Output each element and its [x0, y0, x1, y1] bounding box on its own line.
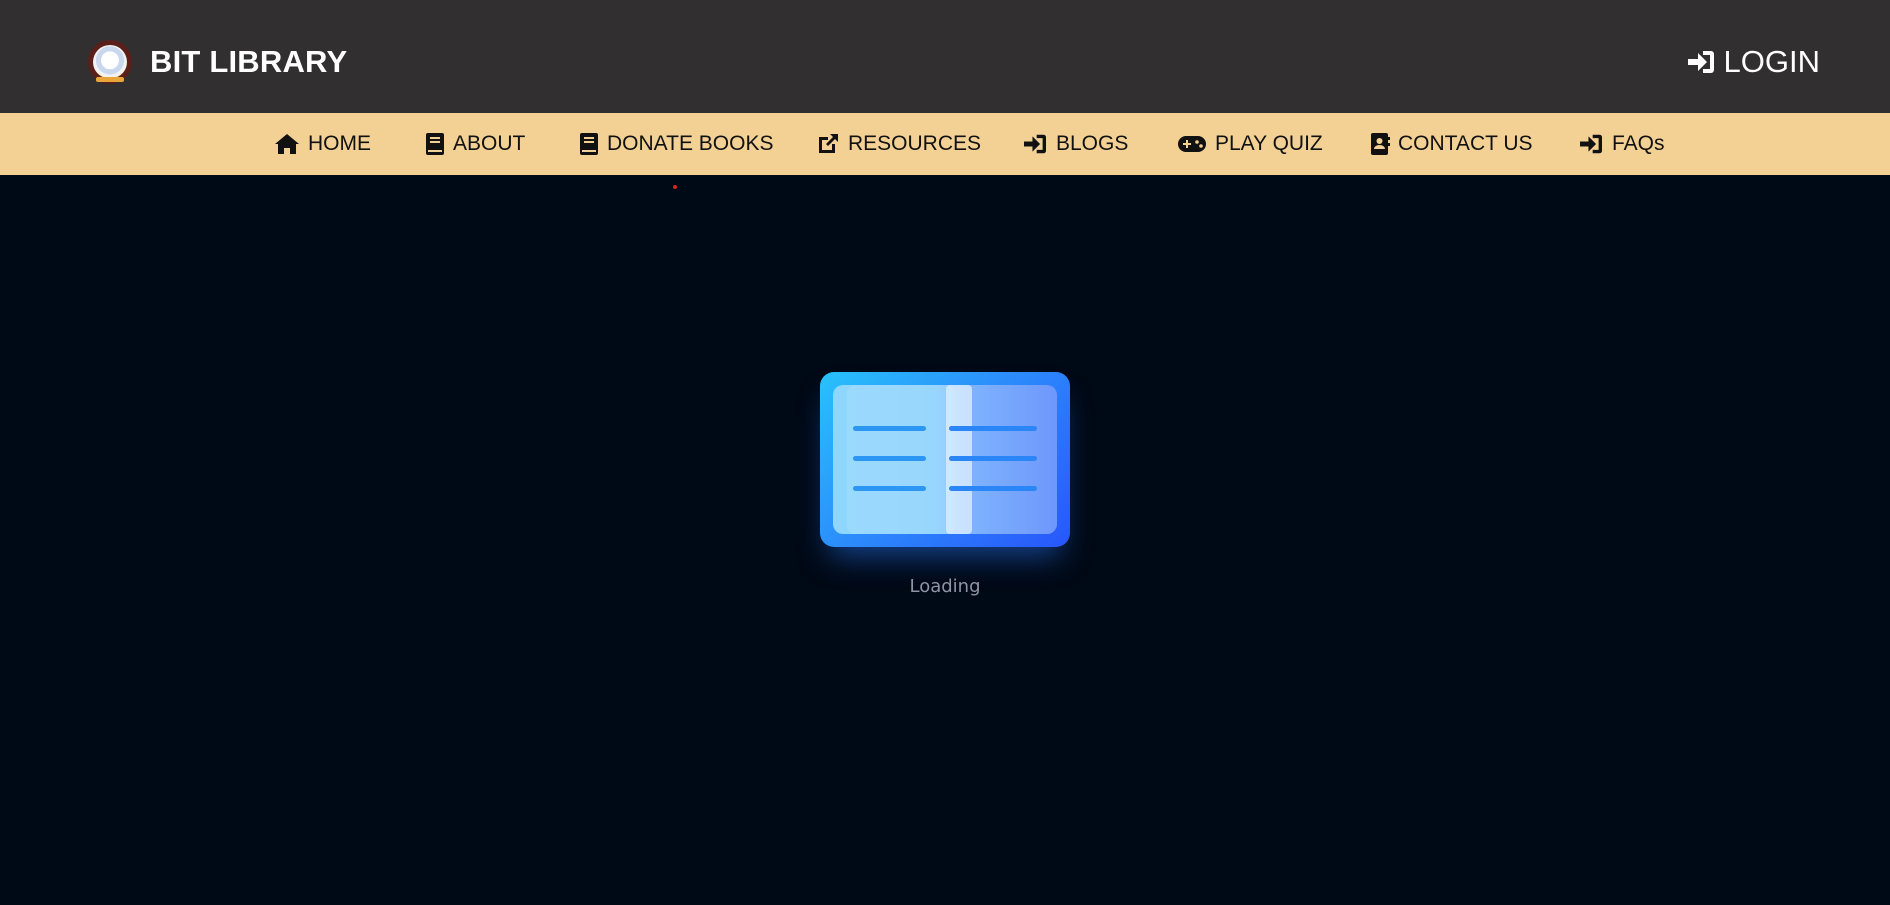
login-button[interactable]: LOGIN: [1686, 44, 1820, 80]
college-emblem-logo: [88, 40, 132, 84]
nav-item-play-quiz[interactable]: PLAY QUIZ: [1177, 129, 1323, 159]
home-icon: [275, 134, 299, 154]
nav-item-resources[interactable]: RESOURCES: [816, 129, 981, 159]
book-icon: [580, 133, 598, 155]
sign-in-icon: [1687, 51, 1714, 73]
book-pages: [833, 385, 1057, 534]
external-link-icon: [819, 134, 838, 153]
nav-item-home[interactable]: HOME: [274, 129, 371, 159]
nav-item-donate-books[interactable]: DONATE BOOKS: [579, 129, 773, 159]
sign-in-icon: [1024, 134, 1046, 154]
nav-label: ABOUT: [453, 132, 526, 155]
main-navbar: HOME ABOUT DONATE BOOKS RESOURCES BLOGS …: [0, 113, 1890, 175]
nav-label: RESOURCES: [848, 132, 982, 155]
nav-label: HOME: [308, 132, 371, 155]
nav-item-faqs[interactable]: FAQs: [1578, 129, 1665, 159]
open-book-icon: [820, 372, 1070, 547]
gamepad-icon: [1178, 136, 1206, 152]
nav-item-blogs[interactable]: BLOGS: [1022, 129, 1128, 159]
address-book-icon: [1371, 133, 1390, 155]
brand-title: BIT LIBRARY: [150, 44, 348, 79]
nav-label: PLAY QUIZ: [1215, 132, 1323, 155]
book-icon: [426, 133, 444, 155]
nav-item-about[interactable]: ABOUT: [425, 129, 525, 159]
sign-in-icon: [1580, 134, 1602, 154]
nav-label: FAQs: [1612, 132, 1665, 155]
brand[interactable]: BIT LIBRARY: [88, 40, 347, 84]
nav-item-contact-us[interactable]: CONTACT US: [1370, 129, 1533, 159]
top-header: BIT LIBRARY LOGIN: [0, 0, 1890, 113]
nav-label: DONATE BOOKS: [607, 132, 774, 155]
loading-text: Loading: [909, 576, 981, 597]
nav-label: CONTACT US: [1398, 132, 1533, 155]
login-label: LOGIN: [1723, 44, 1820, 79]
cursor-dot: [673, 185, 677, 189]
nav-label: BLOGS: [1056, 132, 1129, 155]
